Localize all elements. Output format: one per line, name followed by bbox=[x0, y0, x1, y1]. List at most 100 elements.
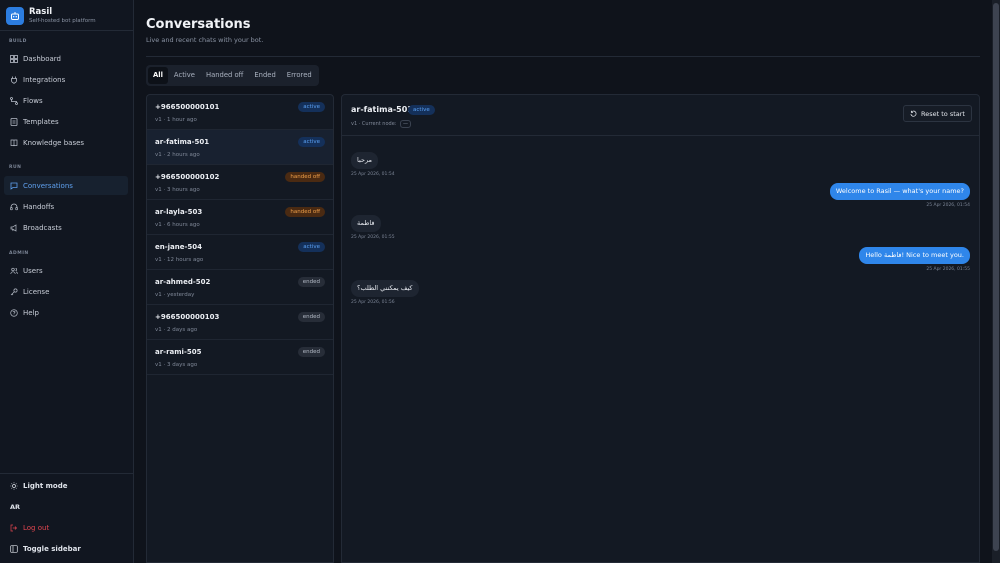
reset-icon bbox=[910, 110, 917, 117]
conversation-meta: v1 · 6 hours ago bbox=[155, 222, 200, 228]
conversation-list: +966500000101 v1 · 1 hour ago active ar-… bbox=[146, 94, 334, 563]
key-icon bbox=[9, 287, 18, 296]
conversation-name: ar-fatima-501 bbox=[155, 138, 210, 146]
conversation-row[interactable]: ar-ahmed-502 v1 · yesterday ended bbox=[147, 270, 333, 305]
status-badge: active bbox=[298, 137, 325, 147]
sidebar-item-flows[interactable]: Flows bbox=[4, 91, 128, 110]
section-label-run: RUN bbox=[9, 165, 22, 170]
message-timestamp: 25 Apr 2026, 01:54 bbox=[351, 172, 395, 177]
conversation-meta: v1 · 3 hours ago bbox=[155, 187, 200, 193]
scrollbar-thumb[interactable] bbox=[993, 3, 999, 551]
message-bubble: كيف يمكنني الطلب؟ bbox=[351, 280, 419, 297]
message-timestamp: 25 Apr 2026, 01:56 bbox=[351, 300, 395, 305]
user-initials: AR bbox=[10, 503, 21, 511]
chat-meta: v1 · Current node: — bbox=[351, 120, 412, 128]
light-mode-button[interactable]: Light mode bbox=[4, 478, 128, 494]
conversation-row[interactable]: en-jane-504 v1 · 12 hours ago active bbox=[147, 235, 333, 270]
tab-all[interactable]: All bbox=[148, 67, 168, 84]
conversation-name: +966500000101 bbox=[155, 103, 220, 111]
sidebar-item-integrations[interactable]: Integrations bbox=[4, 70, 128, 89]
tab-ended[interactable]: Ended bbox=[249, 67, 280, 84]
flow-icon bbox=[9, 96, 18, 105]
conversation-row[interactable]: +966500000102 v1 · 3 hours ago handed of… bbox=[147, 165, 333, 200]
brand[interactable]: Rasil Self-hosted bot platform bbox=[6, 5, 96, 27]
section-label-admin: ADMIN bbox=[9, 251, 29, 256]
tab-handed-off[interactable]: Handed off bbox=[201, 67, 248, 84]
sidebar-item-license[interactable]: License bbox=[4, 282, 128, 301]
message-bubble: مرحبا bbox=[351, 152, 379, 169]
conversation-name: en-jane-504 bbox=[155, 243, 203, 251]
sidebar-item-label: Flows bbox=[23, 96, 43, 105]
chat-message-bot: فاطمة 25 Apr 2026, 01:55 bbox=[351, 210, 395, 240]
sidebar-item-conversations[interactable]: Conversations bbox=[4, 176, 128, 195]
sidebar-item-label: Handoffs bbox=[23, 202, 55, 211]
chat-message-user: Hello فاطمة! Nice to meet you. 25 Apr 20… bbox=[859, 242, 970, 272]
filter-tabs: All Active Handed off Ended Errored bbox=[146, 65, 319, 86]
page-subtitle: Live and recent chats with your bot. bbox=[146, 36, 264, 44]
conversation-name: ar-layla-503 bbox=[155, 208, 203, 216]
conversation-row[interactable]: +966500000103 v1 · 2 days ago ended bbox=[147, 305, 333, 340]
conversation-name: +966500000103 bbox=[155, 313, 220, 321]
conversation-row[interactable]: ar-rami-505 v1 · 3 days ago ended bbox=[147, 340, 333, 375]
status-badge: active bbox=[298, 242, 325, 252]
status-badge: handed off bbox=[285, 207, 325, 217]
brand-name: Rasil bbox=[29, 7, 53, 17]
status-badge: active bbox=[408, 105, 435, 115]
divider bbox=[0, 473, 134, 474]
megaphone-icon bbox=[9, 223, 18, 232]
current-node-value: — bbox=[400, 120, 412, 128]
conversation-meta: v1 · yesterday bbox=[155, 292, 195, 298]
sidebar-item-knowledge-bases[interactable]: Knowledge bases bbox=[4, 133, 128, 152]
headset-icon bbox=[9, 202, 18, 211]
divider bbox=[146, 56, 980, 57]
sidebar-item-label: Conversations bbox=[23, 181, 73, 190]
conversation-name: ar-rami-505 bbox=[155, 348, 202, 356]
chat-message-bot: مرحبا 25 Apr 2026, 01:54 bbox=[351, 147, 395, 177]
conversation-row[interactable]: ar-layla-503 v1 · 6 hours ago handed off bbox=[147, 200, 333, 235]
book-icon bbox=[9, 138, 18, 147]
message-timestamp: 25 Apr 2026, 01:55 bbox=[351, 235, 395, 240]
tab-active[interactable]: Active bbox=[169, 67, 200, 84]
chat-icon bbox=[9, 181, 18, 190]
toggle-sidebar-button[interactable]: Toggle sidebar bbox=[4, 541, 128, 557]
bot-logo-icon bbox=[6, 7, 24, 25]
sidebar-item-label: Integrations bbox=[23, 75, 66, 84]
reset-label: Reset to start bbox=[921, 109, 965, 118]
logout-button[interactable]: Log out bbox=[4, 520, 128, 536]
sidebar-item-handoffs[interactable]: Handoffs bbox=[4, 197, 128, 216]
sidebar-item-label: Users bbox=[23, 266, 43, 275]
sidebar-item-label: Templates bbox=[23, 117, 59, 126]
sidebar-item-templates[interactable]: Templates bbox=[4, 112, 128, 131]
logout-label: Log out bbox=[23, 524, 50, 532]
page-scrollbar[interactable] bbox=[992, 0, 1000, 563]
sidebar-item-users[interactable]: Users bbox=[4, 261, 128, 280]
sidebar-item-broadcasts[interactable]: Broadcasts bbox=[4, 218, 128, 237]
conversation-meta: v1 · 2 days ago bbox=[155, 327, 198, 333]
tab-errored[interactable]: Errored bbox=[282, 67, 317, 84]
chat-message-bot: كيف يمكنني الطلب؟ 25 Apr 2026, 01:56 bbox=[351, 275, 419, 305]
light-mode-label: Light mode bbox=[23, 482, 68, 490]
conversation-name: +966500000102 bbox=[155, 173, 220, 181]
message-bubble: فاطمة bbox=[351, 215, 381, 232]
conversation-row[interactable]: ar-fatima-501 v1 · 2 hours ago active bbox=[147, 130, 333, 165]
users-icon bbox=[9, 266, 18, 275]
sidebar-item-label: Knowledge bases bbox=[23, 138, 85, 147]
conversation-meta: v1 · 1 hour ago bbox=[155, 117, 197, 123]
conversation-meta: v1 · 2 hours ago bbox=[155, 152, 200, 158]
conversation-row[interactable]: +966500000101 v1 · 1 hour ago active bbox=[147, 95, 333, 130]
message-timestamp: 25 Apr 2026, 01:55 bbox=[926, 267, 970, 272]
reset-to-start-button[interactable]: Reset to start bbox=[903, 105, 972, 122]
sidebar-toggle-icon bbox=[9, 545, 18, 554]
sidebar-item-dashboard[interactable]: Dashboard bbox=[4, 49, 128, 68]
divider bbox=[0, 30, 134, 31]
conversation-name: ar-ahmed-502 bbox=[155, 278, 211, 286]
status-badge: handed off bbox=[285, 172, 325, 182]
plug-icon bbox=[9, 75, 18, 84]
logout-icon bbox=[9, 524, 18, 533]
sidebar-item-help[interactable]: Help bbox=[4, 303, 128, 322]
conversation-meta: v1 · 3 days ago bbox=[155, 362, 198, 368]
toggle-sidebar-label: Toggle sidebar bbox=[23, 545, 81, 553]
template-icon bbox=[9, 117, 18, 126]
sidebar-item-label: Broadcasts bbox=[23, 223, 62, 232]
status-badge: active bbox=[298, 102, 325, 112]
